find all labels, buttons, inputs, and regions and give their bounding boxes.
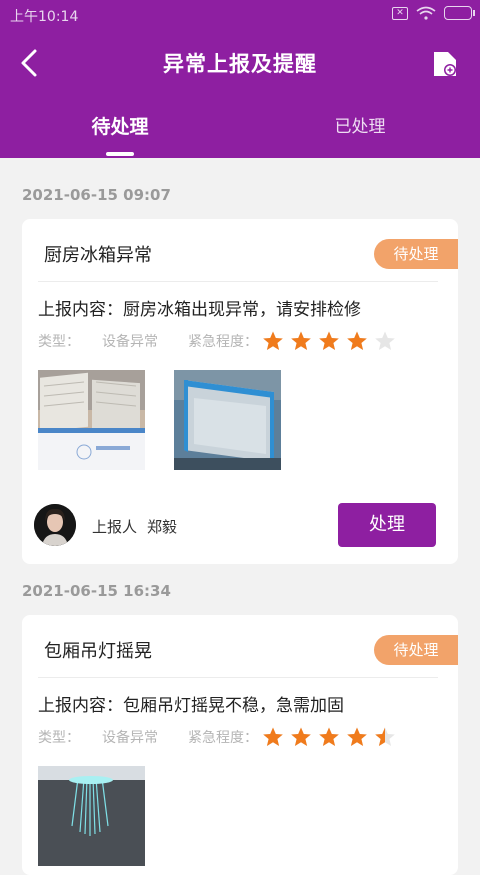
page-title: 异常上报及提醒 — [163, 52, 317, 76]
divider — [38, 281, 438, 282]
content-text: 包厢吊灯摇晃不稳，急需加固 — [123, 696, 344, 716]
status-icons: ✕ — [392, 6, 475, 20]
tab-pending[interactable]: 待处理 — [0, 112, 240, 139]
app-bar: 异常上报及提醒 — [0, 30, 480, 96]
star-filled-icon — [347, 331, 367, 350]
status-time: 上午10:14 — [10, 9, 79, 25]
report-content: 上报内容：厨房冰箱出现异常，请安排检修 — [38, 295, 361, 320]
report-document-icon[interactable] — [432, 50, 458, 78]
divider — [38, 677, 438, 678]
content-text: 厨房冰箱出现异常，请安排检修 — [123, 300, 361, 320]
report-meta: 类型： 设备异常 紧急程度： — [38, 330, 396, 352]
report-date: 2021-06-15 09:07 — [22, 186, 171, 204]
content-prefix: 上报内容： — [38, 696, 123, 716]
star-empty-icon — [375, 331, 395, 350]
star-filled-icon — [291, 331, 311, 350]
report-meta: 类型： 设备异常 紧急程度： — [38, 726, 396, 748]
type-label: 类型： — [38, 334, 80, 350]
reporter-label: 上报人 — [92, 518, 138, 536]
type-value: 设备异常 — [102, 334, 158, 350]
report-title: 包厢吊灯摇晃 — [44, 641, 152, 662]
star-filled-icon — [319, 727, 339, 746]
reporter-name: 郑毅 — [147, 518, 178, 536]
star-filled-icon — [291, 727, 311, 746]
urgency-stars — [262, 330, 396, 352]
fridge-photo-1[interactable] — [38, 370, 145, 470]
active-tab-indicator — [106, 152, 134, 156]
status-bar: 上午10:14 ✕ — [0, 0, 480, 30]
handle-button[interactable]: 处理 — [338, 503, 436, 547]
status-badge: 待处理 — [374, 239, 458, 269]
star-filled-icon — [263, 727, 283, 746]
status-badge: 待处理 — [374, 635, 458, 665]
reporter-info: 上报人 郑毅 — [92, 516, 177, 537]
fridge-photo-2[interactable] — [174, 370, 281, 470]
star-filled-icon — [263, 331, 283, 350]
battery-icon — [444, 6, 475, 20]
report-title: 厨房冰箱异常 — [44, 245, 152, 266]
reporter-avatar — [34, 504, 76, 546]
urgency-label: 紧急程度： — [188, 730, 258, 746]
urgency-stars — [262, 726, 396, 748]
star-filled-icon — [347, 727, 367, 746]
sim-off-icon: ✕ — [392, 6, 408, 20]
report-card[interactable]: 包厢吊灯摇晃 待处理 上报内容：包厢吊灯摇晃不稳，急需加固 类型： 设备异常 紧… — [22, 615, 458, 875]
chandelier-photo[interactable] — [38, 766, 145, 866]
wifi-icon — [416, 6, 436, 20]
star-filled-icon — [319, 331, 339, 350]
type-label: 类型： — [38, 730, 80, 746]
content-prefix: 上报内容： — [38, 300, 123, 320]
report-date: 2021-06-15 16:34 — [22, 582, 171, 600]
tab-bar: 待处理 已处理 — [0, 96, 480, 158]
urgency-label: 紧急程度： — [188, 334, 258, 350]
report-content: 上报内容：包厢吊灯摇晃不稳，急需加固 — [38, 691, 344, 716]
star-half-icon — [375, 727, 395, 746]
type-value: 设备异常 — [102, 730, 158, 746]
tab-processed[interactable]: 已处理 — [240, 112, 480, 137]
report-card[interactable]: 厨房冰箱异常 待处理 上报内容：厨房冰箱出现异常，请安排检修 类型： 设备异常 … — [22, 219, 458, 564]
